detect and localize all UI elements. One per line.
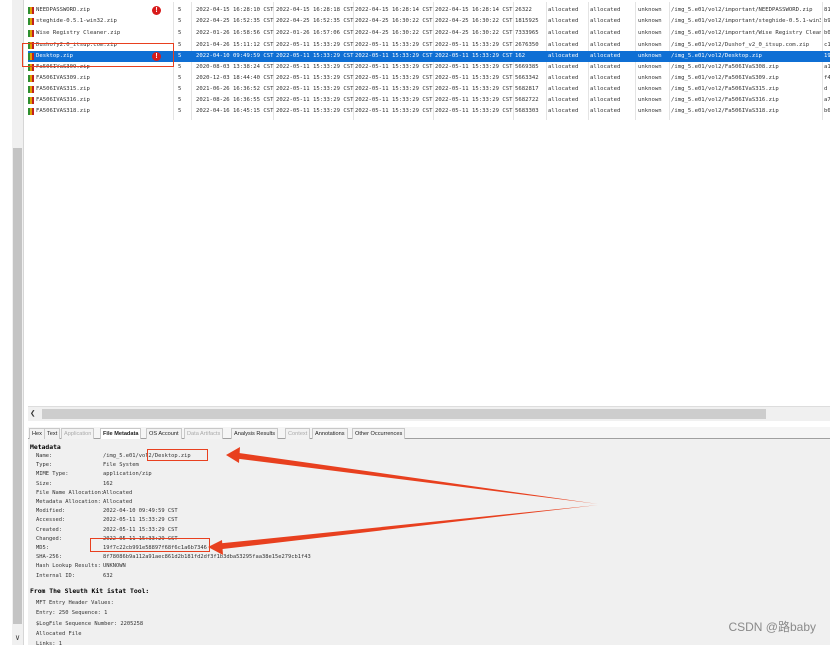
watermark: CSDN @路baby — [728, 620, 816, 634]
annotation-arrow-to-md5 — [214, 505, 598, 550]
annotation-arrow-head-name — [226, 447, 240, 463]
highlight-box-name — [147, 449, 208, 461]
highlight-box-md5 — [90, 538, 210, 552]
annotation-arrow-head-md5 — [208, 540, 223, 555]
annotation-arrow-to-name — [232, 452, 598, 504]
highlight-box-desktop-row — [22, 43, 174, 67]
